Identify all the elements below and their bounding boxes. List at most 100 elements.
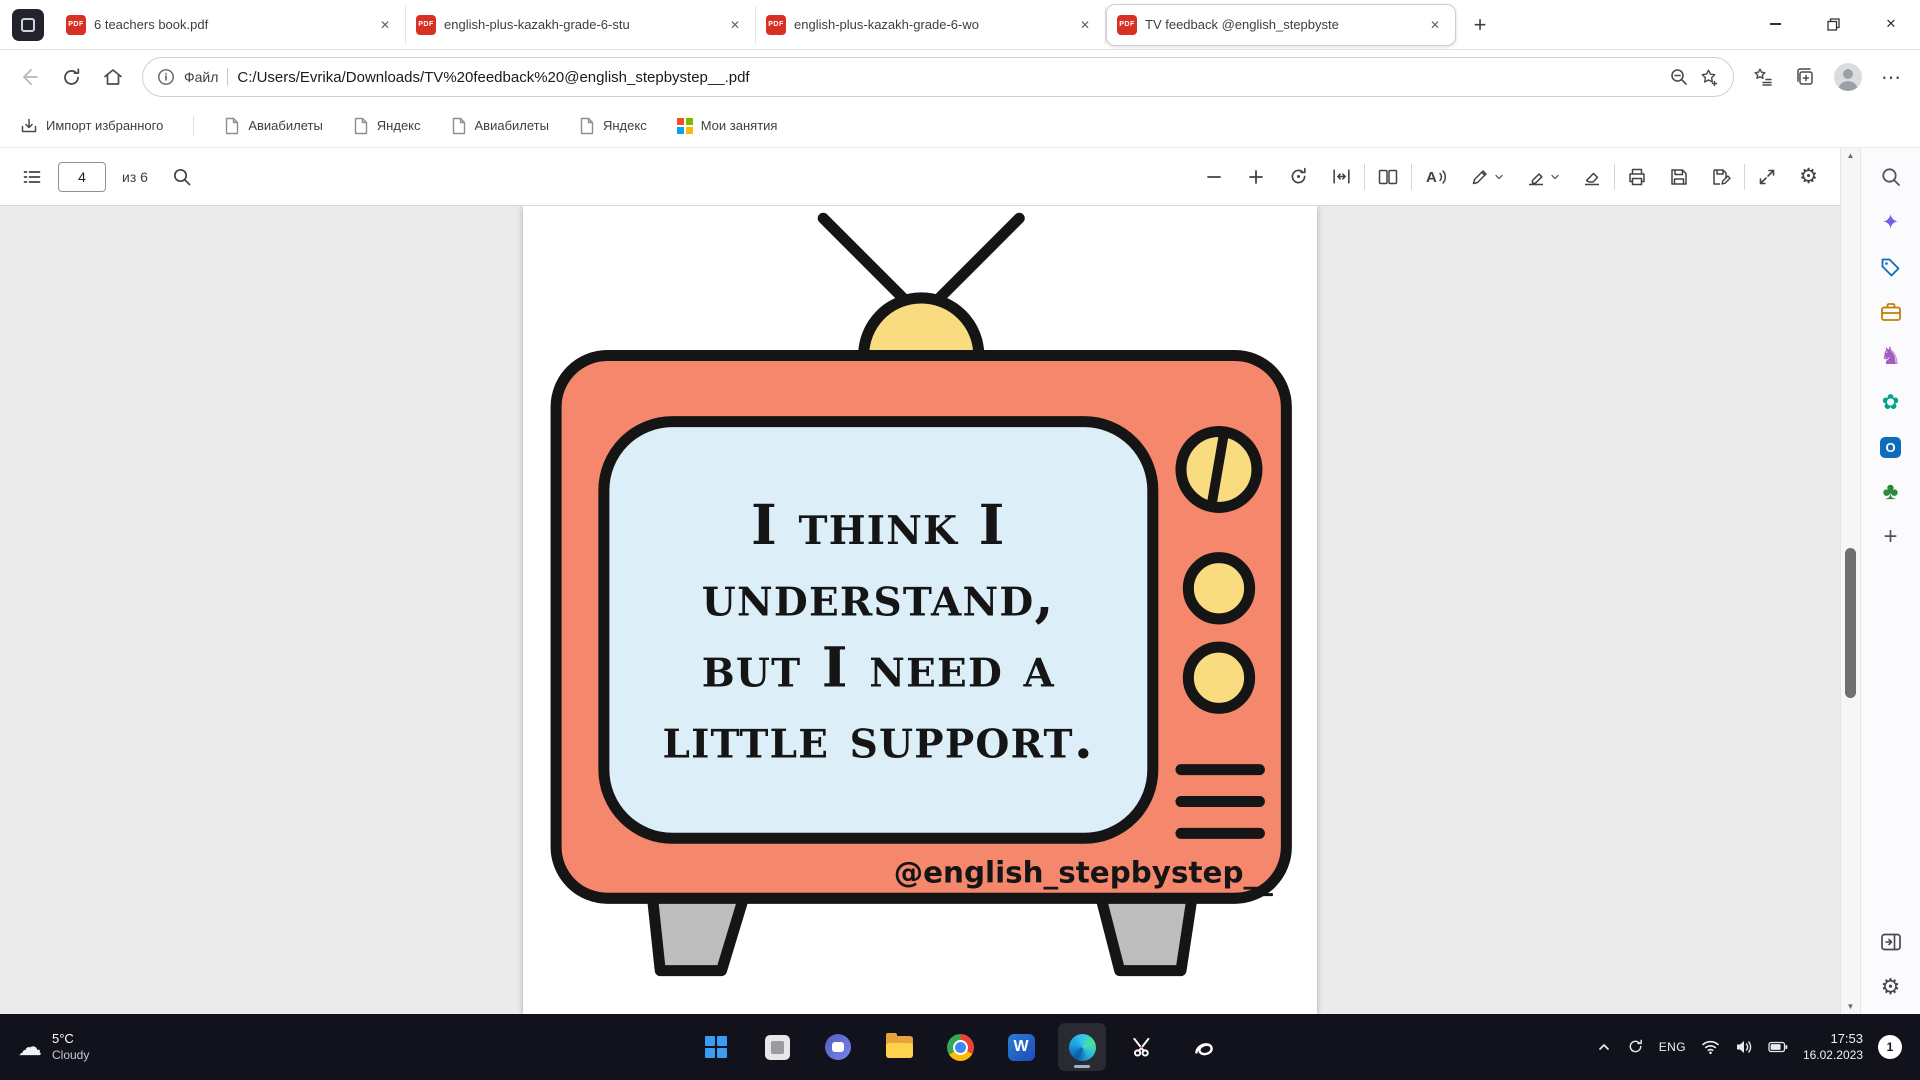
fullscreen-button[interactable] [1757,167,1777,187]
sidebar-search-button[interactable] [1878,164,1904,190]
favorite-aviabilety-2[interactable]: Авиабилеты [451,117,549,135]
chat-button[interactable] [814,1023,862,1071]
clock[interactable]: 17:53 16.02.2023 [1803,1031,1863,1063]
wifi-button[interactable] [1701,1039,1720,1055]
draw-button[interactable] [1470,167,1504,187]
highlight-button[interactable] [1526,167,1560,187]
add-favorite-icon[interactable] [1698,67,1719,88]
pdf-file-icon: PDF [766,15,786,35]
table-of-contents-button[interactable] [22,167,42,187]
snipping-tool-button[interactable] [1119,1023,1167,1071]
zoom-in-button[interactable] [1246,167,1266,187]
new-tab-button[interactable]: + [1462,7,1498,43]
refresh-button[interactable] [58,64,84,90]
page-view-button[interactable] [1377,167,1399,187]
screen-text-line: I think I [751,493,1006,558]
sidebar-outlook-button[interactable]: O [1878,434,1904,460]
tab-close-icon[interactable]: ✕ [375,15,395,35]
print-button[interactable] [1627,167,1647,187]
sidebar-settings-button[interactable]: ⚙ [1878,974,1904,1000]
save-button[interactable] [1669,167,1689,187]
address-bar[interactable]: Файл C:/Users/Evrika/Downloads/TV%20feed… [142,57,1734,97]
notification-badge[interactable]: 1 [1878,1035,1902,1059]
pdf-viewer[interactable]: I think I understand, but I need a littl… [0,206,1840,1014]
edge-button[interactable] [1058,1023,1106,1071]
scroll-up-icon[interactable]: ▲ [1847,151,1855,160]
page-icon [451,117,467,135]
svg-text:A: A [1426,169,1437,186]
url-text[interactable]: C:/Users/Evrika/Downloads/TV%20feedback%… [237,69,1660,86]
tv-illustration: I think I understand, but I need a littl… [523,206,1317,1014]
pinned-app-2-button[interactable] [1180,1023,1228,1071]
tab-close-icon[interactable]: ✕ [1425,15,1445,35]
favorite-yandex-1[interactable]: Яндекс [353,117,421,135]
tab-close-icon[interactable]: ✕ [1075,15,1095,35]
sidebar-designer-button[interactable]: ✿ [1878,389,1904,415]
tray-chevron-button[interactable] [1596,1039,1612,1055]
speaker-icon [1735,1039,1753,1055]
tray-sync-button[interactable] [1627,1038,1644,1055]
collections-button[interactable] [1792,64,1818,90]
folder-icon [886,1036,913,1058]
save-as-button[interactable] [1711,167,1732,187]
favorite-moi-zanyatiya[interactable]: Мои занятия [677,118,778,134]
tab-2[interactable]: PDF english-plus-kazakh-grade-6-stu ✕ [406,6,756,44]
sidebar-shopping-button[interactable] [1878,254,1904,280]
close-window-button[interactable]: ✕ [1862,0,1920,48]
favorite-import[interactable]: Импорт избранного [20,117,163,135]
sidebar-tools-button[interactable] [1878,299,1904,325]
fit-to-width-button[interactable] [1331,166,1352,187]
pdf-settings-button[interactable]: ⚙ [1799,164,1818,189]
sidebar-toggle-button[interactable] [1878,929,1904,955]
zoom-page-icon[interactable] [1669,67,1689,87]
favorite-aviabilety-1[interactable]: Авиабилеты [224,117,322,135]
back-icon [18,66,40,88]
home-button[interactable] [100,64,126,90]
tab-3[interactable]: PDF english-plus-kazakh-grade-6-wo ✕ [756,6,1106,44]
zoom-out-button[interactable] [1204,167,1224,187]
chevron-up-icon [1596,1039,1612,1055]
scrollbar-thumb[interactable] [1845,548,1856,698]
start-button[interactable] [692,1023,740,1071]
back-button[interactable] [16,64,42,90]
screen-text-line: little support. [662,706,1094,771]
sidebar-add-button[interactable]: + [1878,524,1904,550]
sidebar-games-button[interactable]: ♞ [1878,344,1904,370]
address-divider [227,68,228,86]
rotate-button[interactable] [1288,166,1309,187]
settings-menu-button[interactable]: ⋯ [1878,64,1904,90]
tab-actions-button[interactable] [12,9,44,41]
page-number-input[interactable] [58,162,106,192]
swoosh-app-icon [1191,1034,1217,1060]
read-aloud-button[interactable]: A [1424,167,1448,187]
favorite-yandex-2[interactable]: Яндекс [579,117,647,135]
word-button[interactable]: W [997,1023,1045,1071]
chevron-down-icon[interactable] [1550,172,1560,182]
pinned-app-button[interactable] [753,1023,801,1071]
scroll-down-icon[interactable]: ▼ [1847,1002,1855,1011]
pdf-scrollbar[interactable]: ▲ ▼ [1840,148,1860,1014]
sidebar-tree-app-button[interactable]: ♣ [1878,479,1904,505]
favorites-button[interactable] [1750,64,1776,90]
chevron-down-icon[interactable] [1494,172,1504,182]
tab-label: english-plus-kazakh-grade-6-stu [444,17,717,32]
app-window-icon [765,1035,790,1060]
sidebar-copilot-button[interactable]: ✦ [1878,209,1904,235]
battery-button[interactable] [1768,1041,1788,1053]
taskbar: ☁ 5°C Cloudy W ENG [0,1014,1920,1080]
tab-close-icon[interactable]: ✕ [725,15,745,35]
watermark-text: @english_stepbystep__ [894,855,1273,889]
volume-button[interactable] [1735,1039,1753,1055]
keyboard-language[interactable]: ENG [1659,1040,1686,1054]
profile-avatar[interactable] [1834,63,1862,91]
chrome-icon [947,1034,974,1061]
weather-widget[interactable]: ☁ 5°C Cloudy [18,1031,89,1062]
tab-1[interactable]: PDF 6 teachers book.pdf ✕ [56,6,406,44]
chrome-button[interactable] [936,1023,984,1071]
minimize-button[interactable] [1746,0,1804,48]
restore-button[interactable] [1804,0,1862,48]
tab-4-active[interactable]: PDF TV feedback @english_stepbyste ✕ [1106,4,1456,46]
erase-button[interactable] [1582,167,1602,187]
find-in-document-button[interactable] [172,167,192,187]
file-explorer-button[interactable] [875,1023,923,1071]
